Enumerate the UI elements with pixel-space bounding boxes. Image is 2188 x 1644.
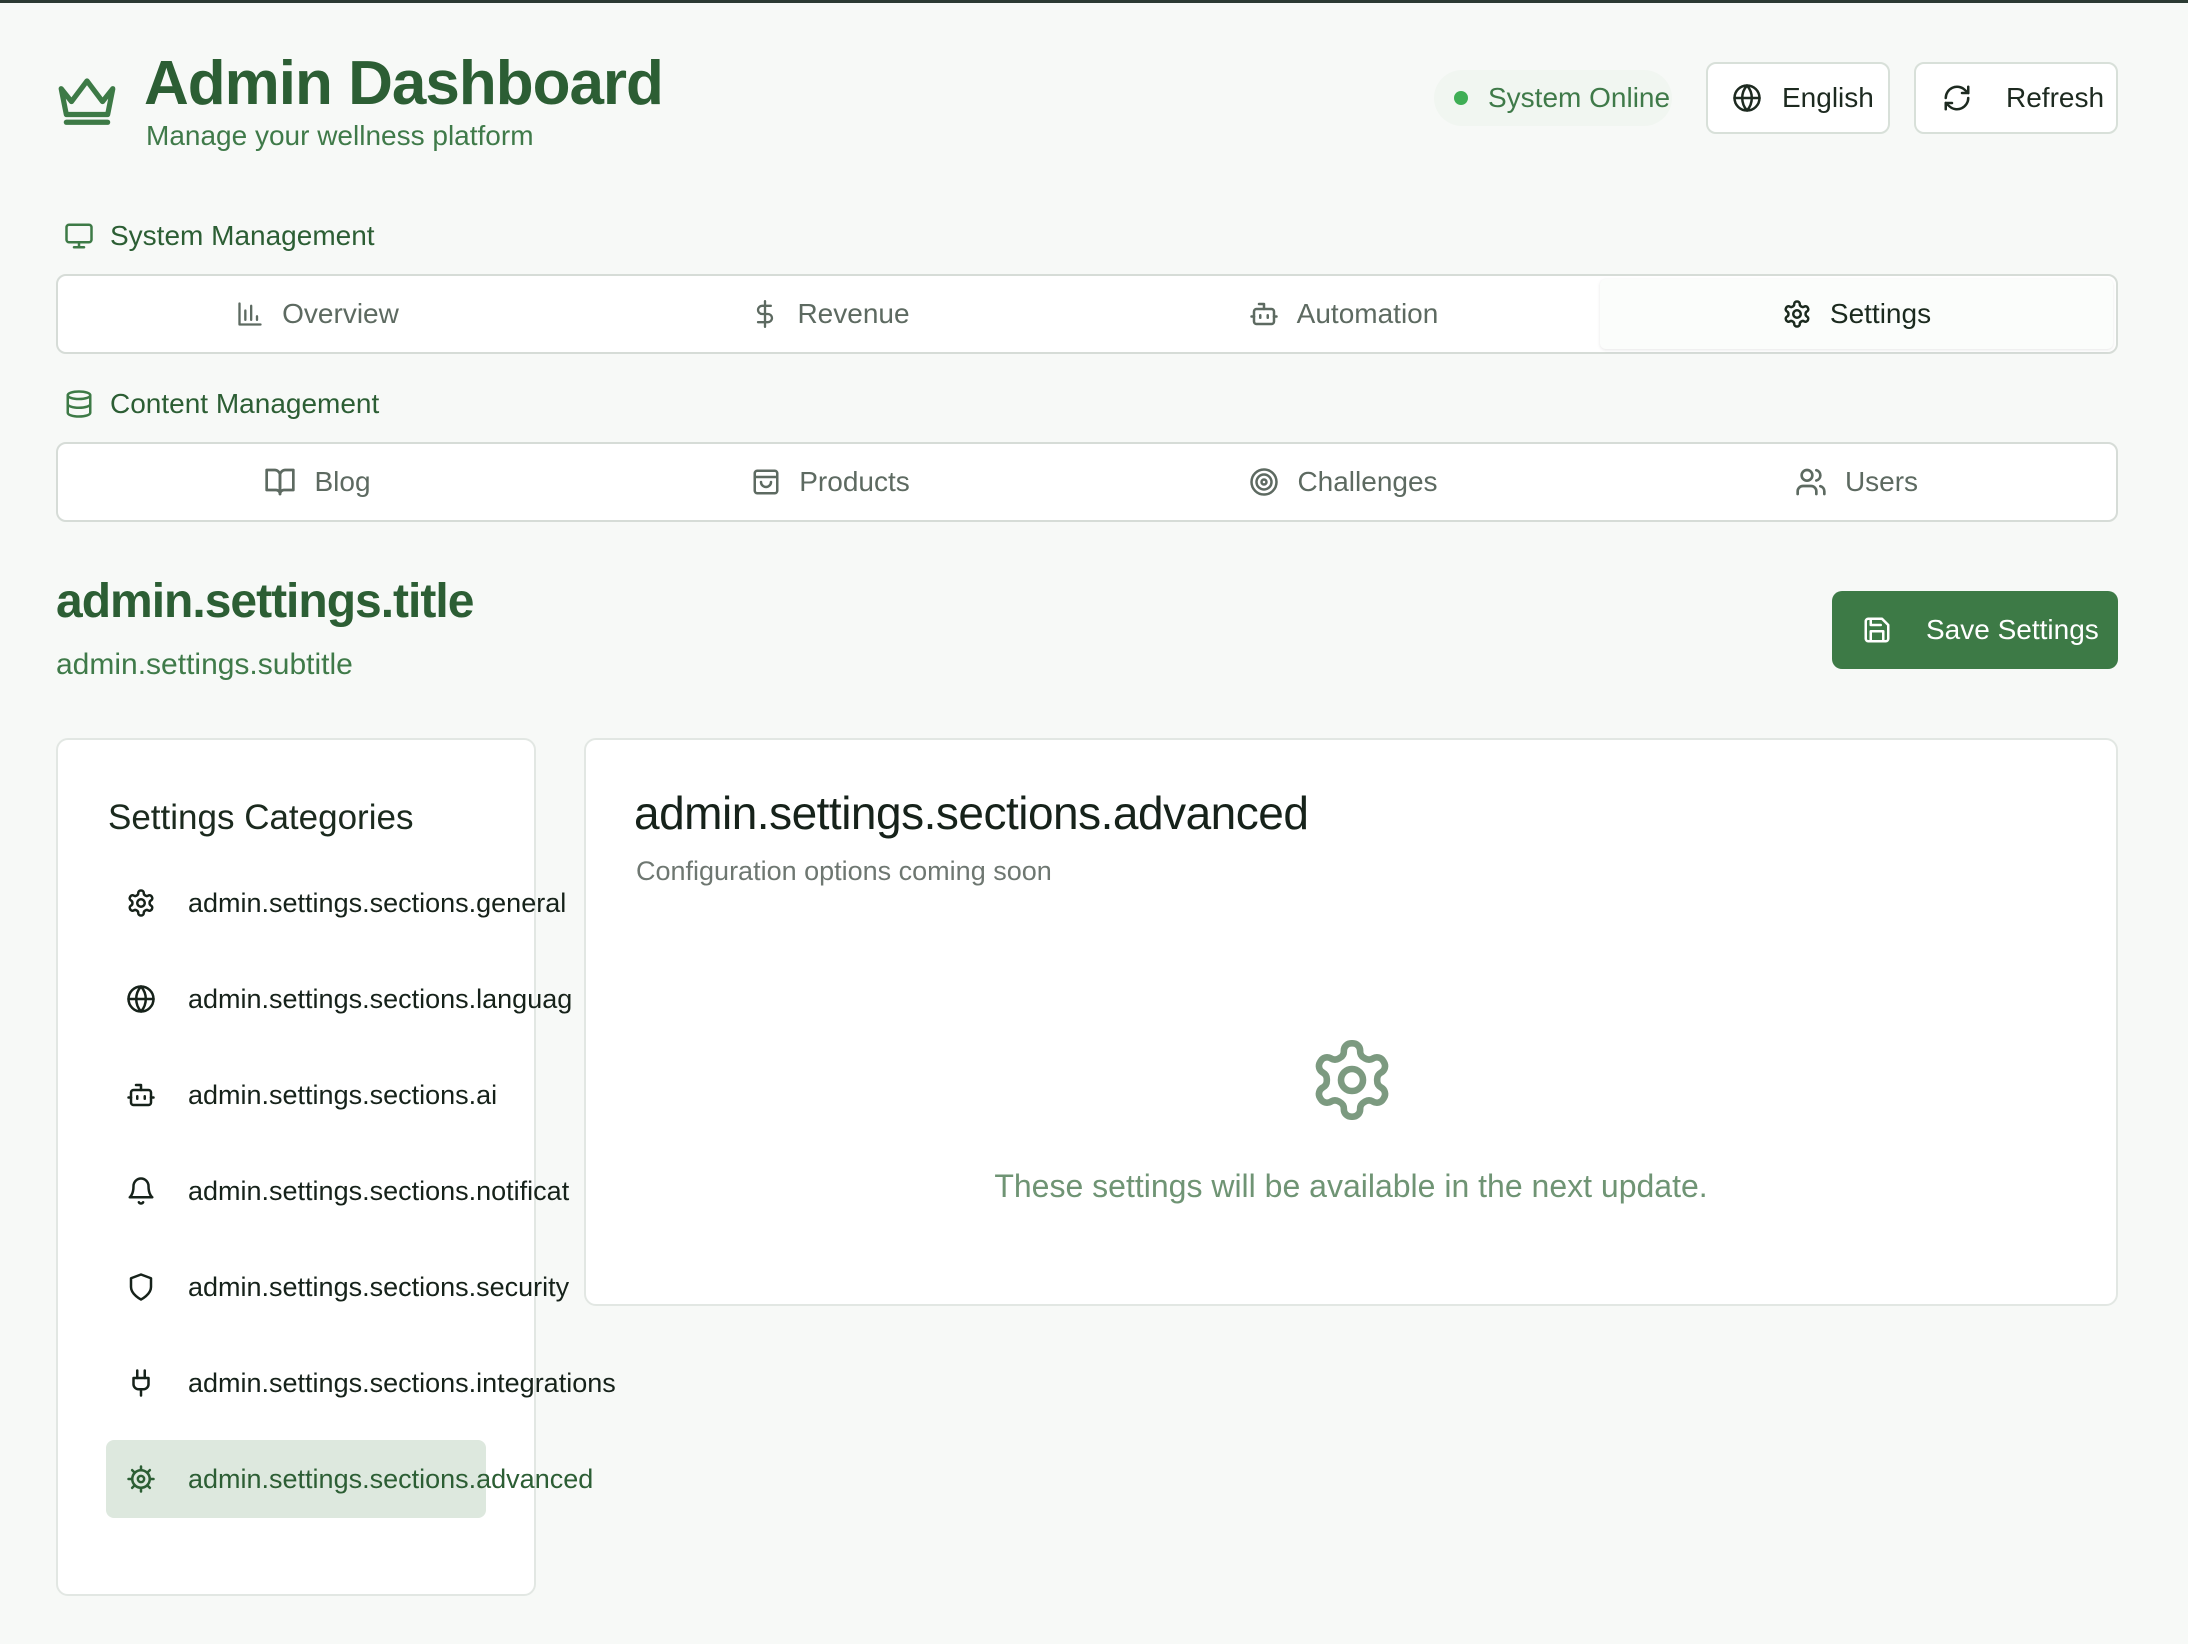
dollar-icon [757, 300, 774, 328]
settings-page-subtitle: admin.settings.subtitle [56, 648, 353, 681]
section-title: admin.settings.sections.advanced [634, 787, 1309, 839]
gear-icon [1784, 300, 1810, 328]
globe-icon [1733, 84, 1761, 112]
category-ai-label: admin.settings.sections.ai [188, 1079, 498, 1110]
tab-users[interactable]: Users [1600, 447, 2113, 517]
tab-revenue-label: Revenue [797, 298, 910, 329]
page-header-subtitle: Manage your wellness platform [146, 120, 534, 151]
language-label: English [1782, 82, 1874, 113]
category-notifications-label: admin.settings.sections.notificat [188, 1175, 570, 1206]
gear-icon [1315, 1040, 1389, 1120]
window-top-border [0, 0, 2188, 3]
category-integrations[interactable]: admin.settings.sections.integrations [106, 1344, 616, 1422]
category-general[interactable]: admin.settings.sections.general [106, 864, 566, 942]
tab-settings-label: Settings [1829, 298, 1932, 329]
category-notifications[interactable]: admin.settings.sections.notificat [106, 1152, 569, 1230]
monitor-icon [65, 223, 93, 249]
tab-products[interactable]: Products [574, 447, 1087, 517]
plug-icon [132, 1369, 150, 1397]
tab-settings[interactable]: Settings [1600, 279, 2113, 349]
tab-overview-label: Overview [282, 298, 399, 329]
settings-content-card: admin.settings.sections.advanced Configu… [584, 738, 2118, 1306]
save-settings-button[interactable]: Save Settings [1832, 591, 2118, 669]
section-subtitle: Configuration options coming soon [636, 856, 1052, 886]
target-icon [1250, 468, 1279, 496]
category-advanced[interactable]: admin.settings.sections.advanced [106, 1440, 593, 1518]
coming-soon-message: These settings will be available in the … [994, 1168, 1708, 1204]
tab-challenges[interactable]: Challenges [1087, 447, 1600, 517]
content-management-tabs: Blog Products Challenges Users [56, 442, 2118, 522]
tab-blog-label: Blog [314, 466, 371, 497]
tab-challenges-label: Challenges [1297, 466, 1438, 497]
category-integrations-label: admin.settings.sections.integrations [188, 1367, 616, 1398]
language-button[interactable]: English [1706, 62, 1890, 134]
category-advanced-label: admin.settings.sections.advanced [188, 1463, 594, 1494]
category-general-label: admin.settings.sections.general [188, 887, 567, 918]
page-header-title: Admin Dashboard [144, 49, 664, 118]
users-icon [1796, 468, 1826, 496]
refresh-button[interactable]: Refresh [1914, 62, 2118, 134]
database-icon [66, 390, 92, 418]
crown-icon [58, 78, 116, 125]
shopping-bag-icon [753, 469, 779, 495]
shield-icon [129, 1273, 153, 1301]
refresh-icon [1944, 85, 1970, 111]
system-management-label: System Management [64, 220, 375, 252]
bot-icon [127, 1083, 155, 1107]
bot-icon [1249, 302, 1278, 326]
book-icon [265, 468, 296, 496]
category-language-label: admin.settings.sections.languag [188, 983, 573, 1014]
system-status-text: System Online [1488, 82, 1671, 113]
bell-icon [128, 1177, 154, 1205]
tab-automation-label: Automation [1296, 298, 1439, 329]
dashboard-header: Admin Dashboard Manage your wellness pla… [56, 48, 2118, 158]
status-dot-icon [1454, 91, 1468, 105]
save-settings-label: Save Settings [1926, 614, 2099, 645]
category-security[interactable]: admin.settings.sections.security [106, 1248, 569, 1326]
settings-page-title: admin.settings.title [56, 575, 474, 628]
cog-icon [127, 1465, 155, 1493]
system-management-tabs: Overview Revenue Automation Settings [56, 274, 2118, 354]
tab-automation[interactable]: Automation [1087, 279, 1600, 349]
gear-icon [128, 889, 154, 917]
system-management-text: System Management [110, 220, 375, 251]
category-language[interactable]: admin.settings.sections.languag [106, 960, 572, 1038]
tab-products-label: Products [799, 466, 910, 497]
system-status-badge: System Online [1434, 70, 1672, 126]
content-management-text: Content Management [110, 388, 380, 419]
content-management-label: Content Management [64, 388, 379, 420]
category-ai[interactable]: admin.settings.sections.ai [106, 1056, 497, 1134]
settings-categories-title: Settings Categories [108, 798, 414, 837]
bar-chart-icon [238, 302, 262, 326]
tab-overview[interactable]: Overview [61, 279, 574, 349]
tab-blog[interactable]: Blog [61, 447, 574, 517]
tab-revenue[interactable]: Revenue [574, 279, 1087, 349]
refresh-label: Refresh [2006, 82, 2105, 113]
settings-categories-card: Settings Categories admin.settings.secti… [56, 738, 616, 1596]
tab-users-label: Users [1844, 466, 1919, 497]
globe-icon [127, 985, 155, 1013]
category-security-label: admin.settings.sections.security [188, 1271, 570, 1302]
save-icon [1864, 617, 1890, 643]
